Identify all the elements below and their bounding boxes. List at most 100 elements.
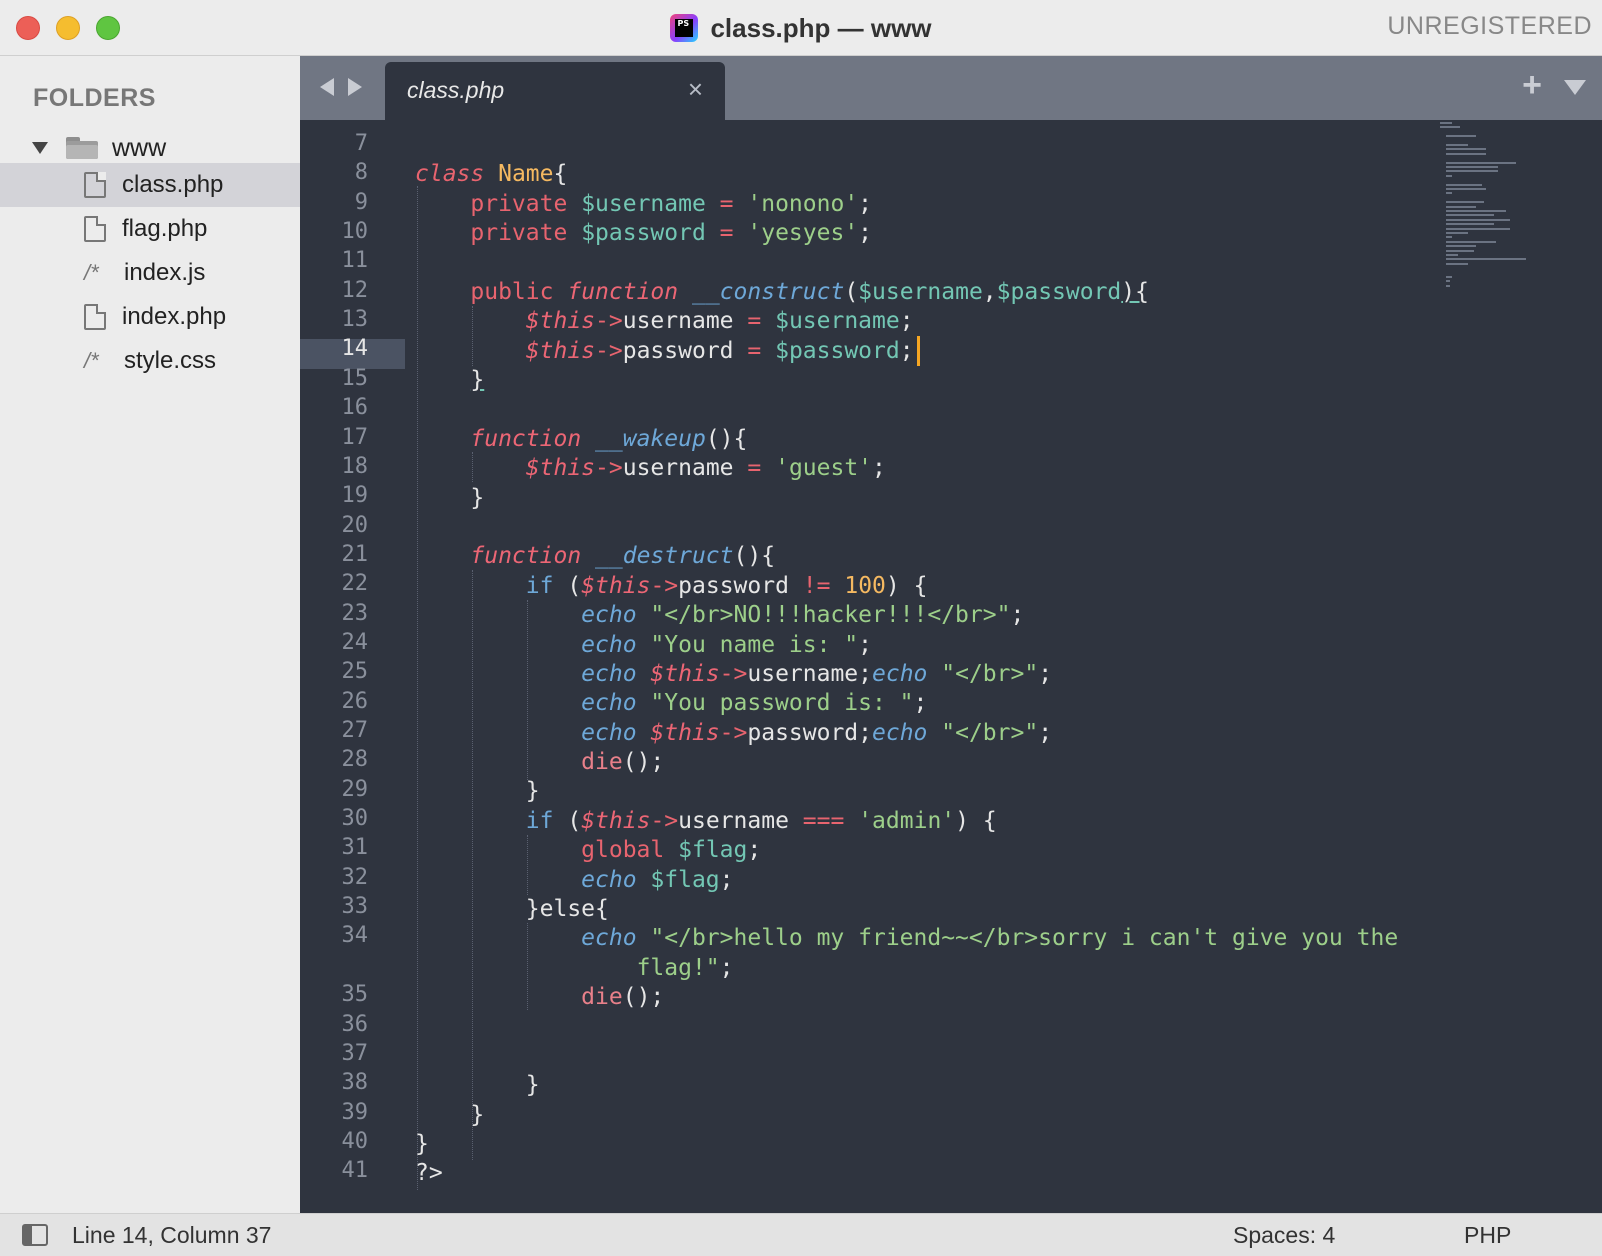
folders-header: FOLDERS [33,84,156,112]
line-number: 26 [341,688,369,714]
code-line-41: ?> [415,1160,443,1186]
line-number: 25 [341,659,369,685]
tab-menu-chevron-icon[interactable] [1564,80,1586,95]
line-number: 18 [341,453,369,479]
code-line-28: die(); [581,749,665,775]
tab-bar: class.php × + [300,56,1602,120]
minimap-line [1446,192,1452,195]
minimap-line [1440,126,1460,129]
code-line-30: if ($this->username === 'admin') { [525,808,997,834]
line-number: 28 [341,747,369,773]
code-line-19: } [470,485,485,511]
editor-window: PS class.php — www UNREGISTERED FOLDERS … [0,0,1602,1256]
minimap-line [1446,135,1476,138]
code-line-34-wrap: flag!"; [636,955,734,981]
minimap-line [1446,232,1468,234]
minimap-line [1446,166,1498,168]
code-editor[interactable]: 7 8 9 10 11 12 13 14 15 16 17 18 19 20 21 22 23 24 25 26 27 2… [300,120,1602,1213]
file-row-index-php[interactable]: index.php [0,295,300,339]
code-line-22: if ($this->password != 100) { [525,573,928,599]
line-number: 21 [341,541,369,567]
toggle-sidebar-icon[interactable] [22,1224,48,1246]
minimap-line [1446,148,1486,151]
line-number: 27 [341,718,369,743]
file-icon [84,172,106,198]
line-number: 37 [341,1040,369,1066]
code-line-33: }else{ [525,896,609,922]
minimap-line [1446,276,1452,278]
minimap-line [1446,214,1494,217]
code-line-13: $this->username = $username; [525,308,914,334]
file-row-class-php[interactable]: class.php [0,163,300,207]
syntax-selector[interactable]: PHP [1464,1222,1511,1249]
minimap-line [1446,236,1452,239]
new-tab-plus-icon[interactable]: + [1522,66,1542,105]
disclosure-triangle-icon[interactable] [32,142,48,154]
tab-class-php[interactable]: class.php × [385,62,725,120]
code-line-32: echo $flag; [581,867,734,893]
file-name: class.php [122,171,224,198]
code-line-29: } [525,778,540,804]
file-icon [84,304,106,330]
line-number: 29 [341,776,369,802]
minimap-line [1446,227,1510,230]
minimap-line [1440,122,1452,124]
title-group: PS class.php — www [0,0,1602,56]
code-line-40: } [415,1131,429,1157]
line-number: 41 [341,1158,369,1184]
minimap-line [1446,218,1510,221]
minimap-line [1446,152,1486,155]
minimap-line [1446,262,1468,265]
file-row-index-js[interactable]: /* index.js [0,251,300,295]
code-line-25: echo $this->username;echo "</br>"; [581,661,1053,687]
minimap-line [1446,258,1526,261]
line-number: 15 [341,365,369,391]
code-line-35: die(); [581,984,665,1010]
code-line-39: } [470,1102,485,1128]
line-number: 30 [341,806,369,832]
status-bar: Line 14, Column 37 Spaces: 4 PHP [0,1213,1602,1256]
line-number: 35 [341,982,369,1008]
folder-icon [66,137,98,159]
tab-close-icon[interactable]: × [688,74,703,105]
code-line-27: echo $this->password;echo "</br>"; [581,720,1053,746]
minimap-line [1446,240,1496,243]
code-line-15: } [470,367,485,393]
line-number: 11 [341,248,369,274]
minimap-line [1446,280,1450,283]
license-status: UNREGISTERED [1387,12,1592,40]
minimap-line [1446,223,1494,226]
line-number: 34 [341,923,369,949]
file-name: flag.php [122,215,208,242]
code-line-12: public function __construct($username,$p… [470,279,1149,305]
line-number: 38 [341,1070,369,1096]
indentation-setting[interactable]: Spaces: 4 [1233,1222,1335,1249]
file-row-style-css[interactable]: /* style.css [0,339,300,383]
minimap-line [1446,174,1452,177]
line-number: 9 [354,189,368,215]
code-line-8: class Name{ [415,161,568,187]
sidebar: FOLDERS www class.php flag.php /* index.… [0,56,300,1213]
line-number: 12 [341,277,369,303]
folder-name: www [112,133,167,162]
minimap-line [1446,205,1476,208]
line-number: 33 [341,894,369,920]
line-number: 20 [341,512,369,538]
file-row-flag-php[interactable]: flag.php [0,207,300,251]
code-line-26: echo "You password is: "; [581,690,928,716]
line-number: 40 [341,1128,369,1154]
app-icon-text: PS [675,19,694,37]
line-number: 23 [341,600,369,626]
minimap-line [1446,183,1482,186]
code-line-14: $this->password = $password; [525,338,914,364]
comment-file-icon: /* [84,348,99,373]
back-arrow-icon[interactable] [320,78,334,96]
line-number: 24 [341,629,369,655]
tab-label: class.php [407,77,505,103]
minimap[interactable] [1438,122,1578,302]
file-name: style.css [124,347,217,374]
line-number: 36 [341,1011,369,1037]
forward-arrow-icon[interactable] [348,78,362,96]
text-caret [917,336,920,366]
code-line-21: function __destruct(){ [470,543,776,569]
